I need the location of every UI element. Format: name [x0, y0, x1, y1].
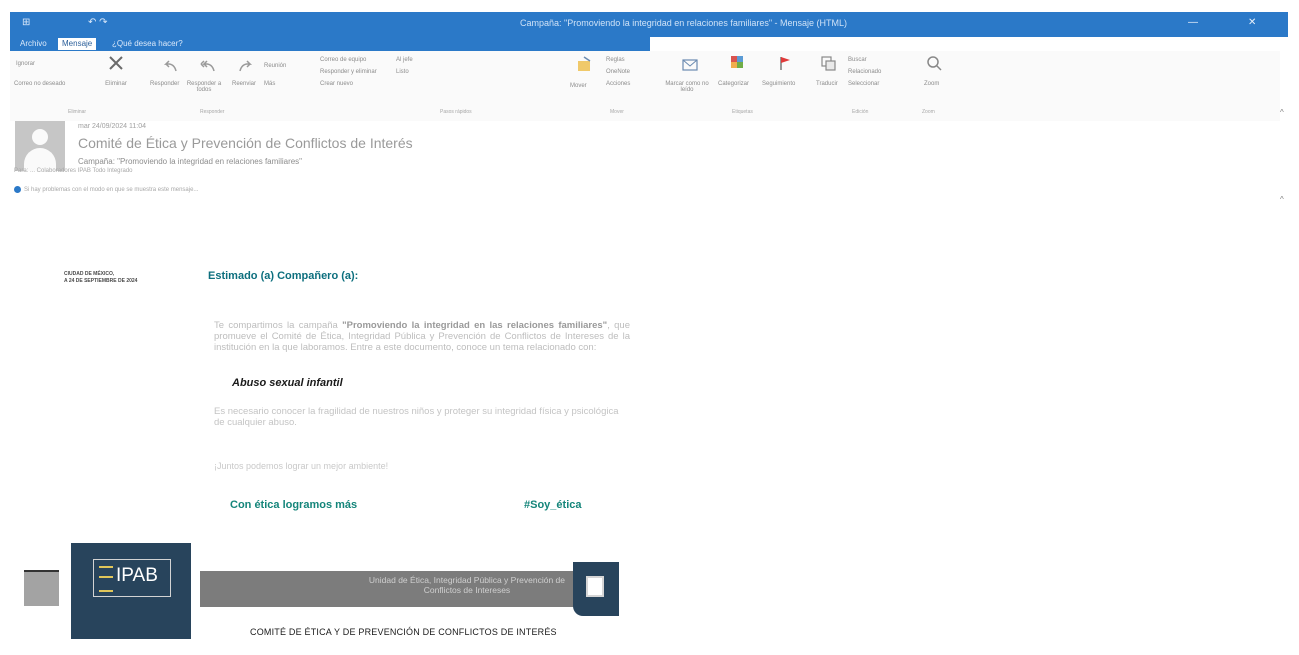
message-subject: Campaña: "Promoviendo la integridad en r…: [78, 157, 303, 166]
junk-button[interactable]: Correo no deseado: [14, 81, 65, 87]
minimize-button[interactable]: —: [1188, 17, 1198, 28]
window-title: Campaña: "Promoviendo la integridad en r…: [520, 18, 848, 28]
reply-all-icon: [200, 60, 215, 72]
logo-text: IPAB: [116, 565, 158, 586]
body-paragraph-1: Te compartimos la campaña "Promoviendo l…: [214, 320, 630, 353]
message-sender: Comité de Ética y Prevención de Conflict…: [78, 135, 413, 151]
mark-unread-button[interactable]: Marcar como no leído: [662, 81, 712, 93]
ribbon-tabs: Archivo Mensaje ¿Qué desea hacer?: [10, 37, 650, 51]
quick-step-create[interactable]: Crear nuevo: [320, 81, 353, 87]
actions-button[interactable]: Acciones: [606, 81, 630, 87]
ribbon: Ignorar Correo no deseado Eliminar Elimi…: [10, 51, 1280, 121]
reply-all-button[interactable]: Responder a todos: [184, 81, 224, 93]
committee-footer: COMITÉ DE ÉTICA Y DE PREVENCIÓN DE CONFL…: [250, 627, 557, 637]
document-icon: [586, 576, 604, 597]
group-label-quick-steps: Pasos rápidos: [440, 109, 472, 115]
follow-up-button[interactable]: Seguimiento: [762, 81, 795, 87]
campaign-name: "Promoviendo la integridad en las relaci…: [342, 320, 608, 331]
logo-mark-icon: [99, 566, 113, 592]
reply-button[interactable]: Responder: [150, 81, 179, 87]
quick-step-reply-delete[interactable]: Responder y eliminar: [320, 69, 377, 75]
reply-icon: [163, 60, 177, 72]
select-button[interactable]: Seleccionar: [848, 81, 879, 87]
group-label-move: Mover: [610, 109, 624, 115]
ignore-button[interactable]: Ignorar: [16, 61, 35, 67]
move-icon: [578, 56, 591, 71]
unit-banner: Unidad de Ética, Integridad Pública y Pr…: [200, 571, 575, 607]
slogan-left: Con ética logramos más: [230, 499, 358, 511]
forward-icon: [239, 60, 253, 72]
tab-archivo[interactable]: Archivo: [16, 38, 51, 50]
delete-button[interactable]: Eliminar: [92, 81, 140, 87]
quick-step-team[interactable]: Correo de equipo: [320, 57, 366, 63]
zoom-icon: [927, 56, 942, 71]
forward-button[interactable]: Reenviar: [232, 81, 256, 87]
unit-line-1: Unidad de Ética, Integridad Pública y Pr…: [368, 575, 565, 585]
greeting: Estimado (a) Compañero (a):: [208, 270, 359, 282]
delete-icon: [109, 56, 123, 70]
more-button[interactable]: Más: [264, 81, 275, 87]
related-button[interactable]: Relacionado: [848, 69, 881, 75]
zoom-button[interactable]: Zoom: [924, 81, 939, 87]
info-text: Si hay problemas con el modo en que se m…: [24, 187, 199, 194]
message-recipients[interactable]: Para: ... Colaboradores IPAB Todo Integr…: [14, 168, 133, 174]
find-button[interactable]: Buscar: [848, 57, 867, 63]
translate-button[interactable]: Traducir: [816, 81, 838, 87]
title-bar: ⊞ ↶ ↷ Campaña: "Promoviendo la integrida…: [10, 12, 1288, 37]
close-button[interactable]: ✕: [1248, 17, 1256, 28]
expand-header-icon[interactable]: ^: [1280, 195, 1284, 204]
document-badge: [573, 562, 619, 616]
quick-step-done[interactable]: Listo: [396, 69, 409, 75]
group-label-tags: Etiquetas: [732, 109, 753, 115]
rules-button[interactable]: Reglas: [606, 57, 625, 63]
group-label-delete: Eliminar: [68, 109, 87, 115]
place-date: CIUDAD DE MÉXICO, A 24 DE SEPTIEMBRE DE …: [64, 271, 137, 285]
gray-square: [24, 572, 59, 606]
message-date: mar 24/09/2024 11:04: [78, 123, 146, 130]
group-label-editing: Edición: [852, 109, 869, 115]
reading-pane: mar 24/09/2024 11:04 Comité de Ética y P…: [10, 121, 650, 651]
categorize-button[interactable]: Categorizar: [718, 81, 749, 87]
tab-tell-me[interactable]: ¿Qué desea hacer?: [108, 38, 187, 50]
info-bar[interactable]: Si hay problemas con el modo en que se m…: [14, 186, 198, 193]
move-button[interactable]: Mover: [570, 83, 587, 89]
collapse-ribbon-icon[interactable]: ^: [1280, 108, 1284, 117]
avatar: [15, 121, 65, 171]
body-paragraph-2: Es necesario conocer la fragilidad de nu…: [214, 406, 619, 428]
quick-step-manager[interactable]: Al jefe: [396, 57, 413, 63]
unit-line-2: Conflictos de Intereses: [423, 585, 511, 595]
undo-redo-icon[interactable]: ↶ ↷: [88, 17, 108, 28]
mark-unread-icon: [682, 59, 698, 71]
ipab-logo: IPAB: [71, 543, 191, 639]
info-icon: [14, 186, 21, 193]
place-line: CIUDAD DE MÉXICO,: [64, 271, 115, 277]
slogan-right: #Soy_ética: [524, 499, 582, 511]
tab-mensaje[interactable]: Mensaje: [58, 38, 97, 50]
flag-icon: [780, 57, 790, 70]
translate-icon: [821, 56, 836, 71]
group-label-respond: Responder: [200, 109, 225, 115]
save-icon[interactable]: ⊞: [22, 17, 30, 28]
group-label-zoom: Zoom: [922, 109, 935, 115]
highlight-topic: Abuso sexual infantil: [232, 377, 343, 389]
categorize-icon: [731, 56, 743, 68]
meeting-button[interactable]: Reunión: [264, 63, 286, 69]
onenote-button[interactable]: OneNote: [606, 69, 630, 75]
date-line: A 24 DE SEPTIEMBRE DE 2024: [64, 278, 138, 284]
body-paragraph-3: ¡Juntos podemos lograr un mejor ambiente…: [214, 461, 389, 471]
